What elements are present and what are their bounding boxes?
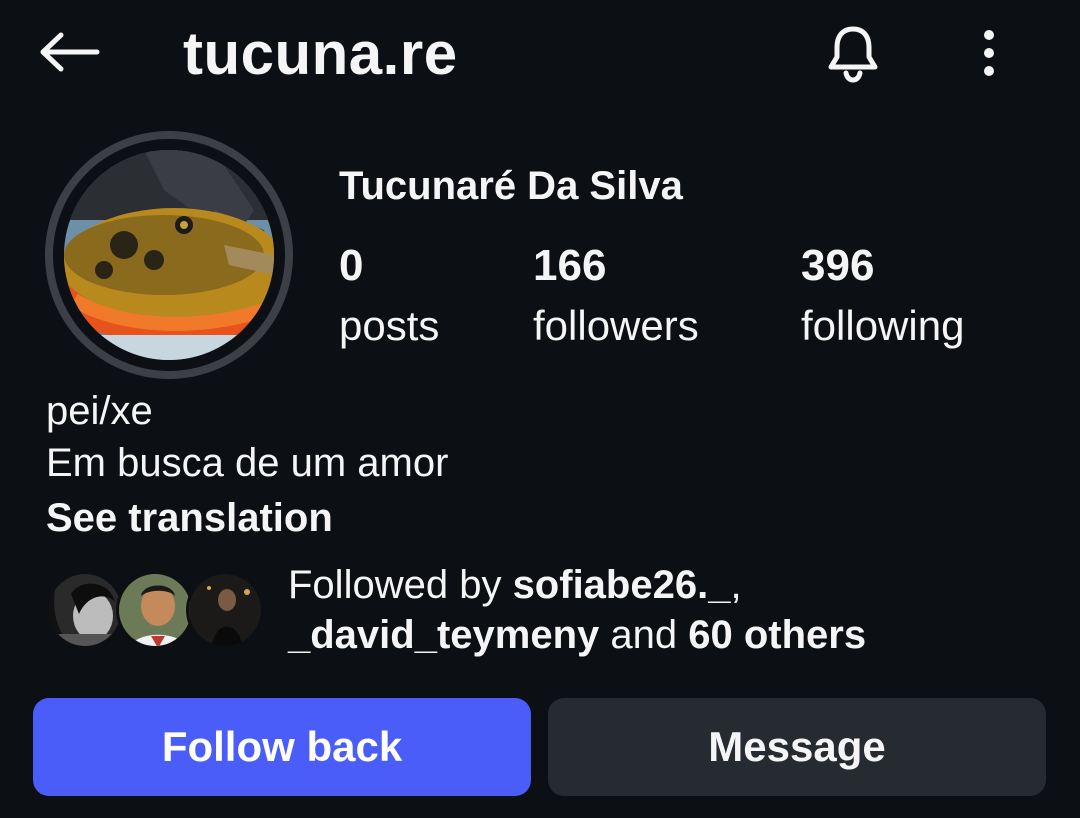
message-button[interactable]: Message	[548, 698, 1046, 796]
followed-by-text[interactable]: Followed by sofiabe26._, _david_teymeny …	[288, 560, 1048, 660]
mutual-avatar-1[interactable]	[46, 571, 124, 649]
see-translation-link[interactable]: See translation	[46, 495, 333, 541]
arrow-left-icon	[40, 32, 100, 72]
display-name: Tucunaré Da Silva	[339, 164, 683, 208]
bell-icon	[828, 26, 878, 83]
following-label: following	[801, 302, 965, 349]
followers-label: followers	[533, 302, 699, 349]
followers-stat[interactable]: 166 followers	[533, 240, 699, 352]
mutual-others-count[interactable]: 60 others	[688, 613, 866, 657]
bio-pronouns: pei/xe	[46, 389, 153, 433]
notifications-button[interactable]	[818, 20, 888, 86]
mutual-avatar-2[interactable]	[116, 571, 194, 649]
followed-by-prefix: Followed by	[288, 563, 513, 607]
bio-text: Em busca de um amor	[46, 441, 449, 485]
followed-by-connector: and	[599, 613, 689, 657]
following-stat[interactable]: 396 following	[801, 240, 964, 352]
mutual-user-2[interactable]: _david_teymeny	[288, 613, 599, 657]
posts-stat[interactable]: 0 posts	[339, 240, 439, 352]
back-button[interactable]	[30, 22, 106, 82]
posts-label: posts	[339, 302, 440, 349]
profile-username: tucuna.re	[183, 20, 458, 87]
mutual-avatar-3[interactable]	[186, 571, 264, 649]
follow-back-button[interactable]: Follow back	[33, 698, 531, 796]
followers-count: 166	[533, 241, 607, 290]
profile-avatar[interactable]	[64, 150, 274, 360]
following-count: 396	[801, 241, 875, 290]
more-vertical-icon	[984, 30, 994, 76]
posts-count: 0	[339, 241, 364, 290]
more-options-button[interactable]	[966, 22, 1012, 84]
mutual-user-1[interactable]: sofiabe26._	[513, 563, 731, 607]
